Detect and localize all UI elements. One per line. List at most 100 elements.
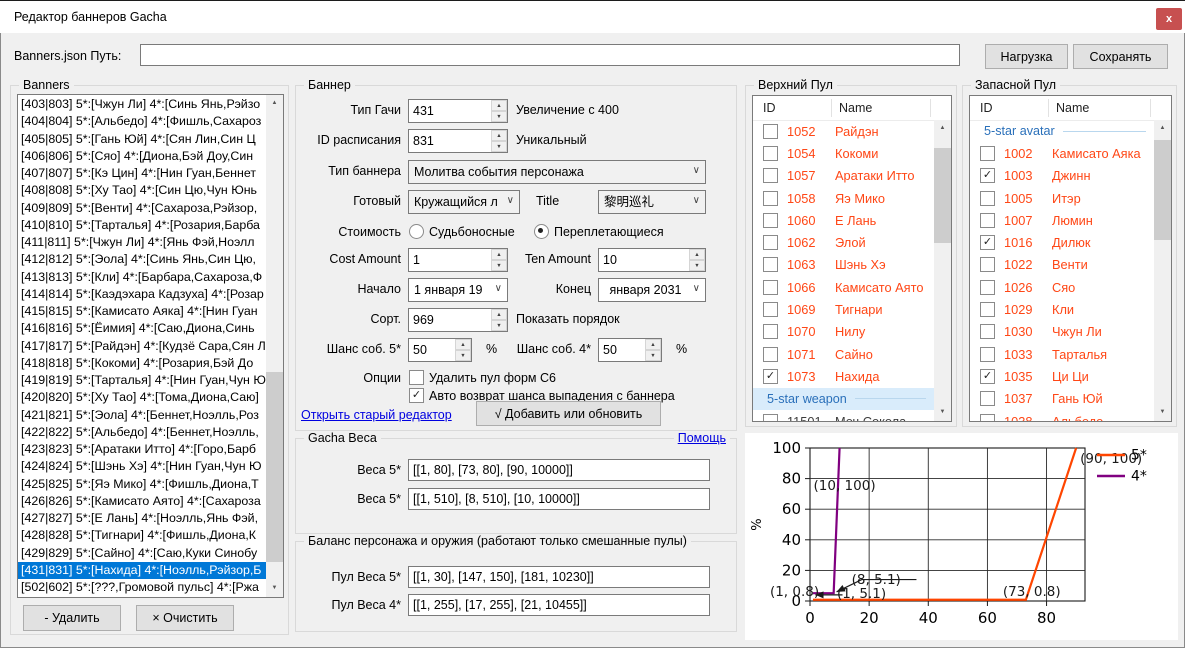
banner-list-item[interactable]: [408|808] 5*:[Ху Тао] 4*:[Син Цю,Чун Юнь (18, 182, 266, 199)
pool-row-checkbox[interactable] (980, 191, 995, 206)
radio-intertwined-label[interactable]: Переплетающиеся (554, 225, 664, 239)
pool-row-checkbox[interactable] (980, 280, 995, 295)
pool-row[interactable]: 1030Чжун Ли (970, 321, 1154, 343)
delete-banner-button[interactable]: - Удалить (23, 605, 121, 631)
close-button[interactable]: x (1156, 8, 1182, 30)
sort-input[interactable] (409, 309, 491, 331)
save-button[interactable]: Сохранять (1073, 44, 1168, 69)
pool-row-checkbox[interactable] (763, 124, 778, 139)
banner-list-item[interactable]: [428|828] 5*:[Тигнари] 4*:[Фишль,Диона,К (18, 527, 266, 544)
pool-row[interactable]: ✓1073Нахида (753, 365, 934, 387)
title-dropdown[interactable]: 黎明巡礼 ∨ (598, 190, 706, 214)
pool-row[interactable]: 1058Яэ Мико (753, 187, 934, 209)
pool-row[interactable]: 1066Камисато Аято (753, 276, 934, 298)
banner-list-item[interactable]: [403|803] 5*:[Чжун Ли] 4*:[Синь Янь,Рэйз… (18, 96, 266, 113)
scrollbar-thumb[interactable] (1154, 140, 1171, 240)
pool-row-checkbox[interactable] (980, 213, 995, 228)
banner-list-item[interactable]: [409|809] 5*:[Венти] 4*:[Сахароза,Рэйзор… (18, 200, 266, 217)
pool-row-checkbox[interactable] (980, 347, 995, 362)
up-arrow-icon[interactable]: ▲ (491, 309, 507, 320)
pool-row[interactable]: 1037Гань Юй (970, 388, 1154, 410)
pool-row[interactable]: 1038Альбедо (970, 410, 1154, 421)
down-arrow-icon[interactable]: ▼ (689, 260, 705, 271)
scrollbar-thumb[interactable] (934, 148, 951, 243)
banner-list-item[interactable]: [411|811] 5*:[Чжун Ли] 4*:[Янь Фэй,Ноэлл (18, 234, 266, 251)
banner-list-item[interactable]: [413|813] 5*:[Кли] 4*:[Барбара,Сахароза,… (18, 269, 266, 286)
pool-row[interactable]: 1033Тарталья (970, 343, 1154, 365)
banner-type-dropdown[interactable]: Молитва события персонажа ∨ (408, 160, 706, 184)
pool-row[interactable]: 1022Венти (970, 254, 1154, 276)
pool-row-checkbox[interactable]: ✓ (980, 369, 995, 384)
banner-list-item[interactable]: [418|818] 5*:[Кокоми] 4*:[Розария,Бэй До (18, 355, 266, 372)
banner-list-item[interactable]: [405|805] 5*:[Гань Юй] 4*:[Сян Лин,Син Ц (18, 131, 266, 148)
upper-pool-scrollbar[interactable]: ▲ ▼ (934, 120, 951, 421)
up-arrow-icon[interactable]: ▲ (491, 130, 507, 141)
pool-row-checkbox[interactable] (763, 302, 778, 317)
up-arrow-icon[interactable]: ▲ (689, 249, 705, 260)
banner-list-item[interactable]: [404|804] 5*:[Альбедо] 4*:[Фишль,Сахароз (18, 113, 266, 130)
cost-amount-input[interactable] (409, 249, 491, 271)
scroll-up-arrow-icon[interactable]: ▲ (266, 95, 283, 112)
banner-list-item[interactable]: [431|831] 5*:[Нахида] 4*:[Ноэлль,Рэйзор,… (18, 562, 266, 579)
pool-row-checkbox[interactable] (980, 302, 995, 317)
banner-list-item[interactable]: [429|829] 5*:[Сайно] 4*:[Саю,Куки Синобу (18, 545, 266, 562)
help-link[interactable]: Помощь (674, 431, 730, 445)
pool-row[interactable]: 1005Итэр (970, 187, 1154, 209)
pool-row-checkbox[interactable] (763, 235, 778, 250)
scroll-down-arrow-icon[interactable]: ▼ (266, 580, 283, 597)
down-arrow-icon[interactable]: ▼ (645, 350, 661, 361)
option-auto-return-checkbox[interactable]: ✓ (409, 388, 424, 403)
scrollbar-thumb[interactable] (266, 372, 283, 562)
pool-row-checkbox[interactable]: ✓ (763, 369, 778, 384)
banner-list-item[interactable]: [421|821] 5*:[Эола] 4*:[Беннет,Ноэлль,Ро… (18, 407, 266, 424)
banner-list-item[interactable]: [426|826] 5*:[Камисато Аято] 4*:[Сахароз… (18, 493, 266, 510)
banner-list-item[interactable]: [425|825] 5*:[Яэ Мико] 4*:[Фишль,Диона,Т (18, 476, 266, 493)
pool-row[interactable]: 1060Е Лань (753, 209, 934, 231)
pool-row[interactable]: ✓1016Дилюк (970, 231, 1154, 253)
banner-list-item[interactable]: [417|817] 5*:[Райдэн] 4*:[Кудзё Сара,Сян… (18, 338, 266, 355)
banner-list-item[interactable]: [423|823] 5*:[Аратаки Итто] 4*:[Горо,Бар… (18, 441, 266, 458)
pool-row[interactable]: 1002Камисато Аяка (970, 142, 1154, 164)
chance5-input[interactable] (409, 339, 455, 361)
pool-row[interactable]: 1007Люмин (970, 209, 1154, 231)
banner-list-item[interactable]: [414|814] 5*:[Каэдэхара Кадзуха] 4*:[Роз… (18, 286, 266, 303)
banners-scrollbar[interactable]: ▲ ▼ (266, 95, 283, 597)
pool-row-checkbox[interactable] (763, 146, 778, 161)
scroll-down-arrow-icon[interactable]: ▼ (1154, 404, 1171, 421)
prefab-dropdown[interactable]: Кружащийся л ∨ (408, 190, 520, 214)
pool-row-checkbox[interactable] (763, 324, 778, 339)
banner-list-item[interactable]: [419|819] 5*:[Тарталья] 4*:[Нин Гуан,Чун… (18, 372, 266, 389)
pool-row-checkbox[interactable] (763, 280, 778, 295)
banner-list-item[interactable]: [502|602] 5*:[???,Громовой пульс] 4*:[Рж… (18, 579, 266, 596)
pool-weights5-input[interactable] (408, 566, 710, 588)
down-arrow-icon[interactable]: ▼ (491, 141, 507, 152)
pool-row[interactable]: 1070Нилу (753, 321, 934, 343)
pool-row-checkbox[interactable] (763, 213, 778, 228)
pool-row-checkbox[interactable] (980, 391, 995, 406)
pool-row-checkbox[interactable] (763, 257, 778, 272)
down-arrow-icon[interactable]: ▼ (491, 320, 507, 331)
scroll-up-arrow-icon[interactable]: ▲ (934, 120, 951, 137)
pool-row[interactable]: ✓1035Ци Ци (970, 365, 1154, 387)
gacha-type-input[interactable] (409, 100, 491, 122)
down-arrow-icon[interactable]: ▼ (491, 111, 507, 122)
open-old-editor-link[interactable]: Открыть старый редактор (301, 408, 452, 422)
pool-row-checkbox[interactable] (980, 414, 995, 422)
pool-row[interactable]: 1062Элой (753, 231, 934, 253)
weights4-input[interactable] (408, 488, 710, 510)
banner-list-item[interactable]: [422|822] 5*:[Альбедо] 4*:[Беннет,Ноэлль… (18, 424, 266, 441)
pool-row[interactable]: 1054Кокоми (753, 142, 934, 164)
load-button[interactable]: Нагрузка (985, 44, 1068, 69)
banner-list-item[interactable]: [415|815] 5*:[Камисато Аяка] 4*:[Нин Гуа… (18, 303, 266, 320)
radio-fate[interactable] (409, 224, 424, 239)
pool-row-checkbox[interactable] (763, 191, 778, 206)
scroll-down-arrow-icon[interactable]: ▼ (934, 404, 951, 421)
scroll-up-arrow-icon[interactable]: ▲ (1154, 120, 1171, 137)
pool-row[interactable]: 1069Тигнари (753, 298, 934, 320)
add-or-update-button[interactable]: √ Добавить или обновить (476, 401, 661, 426)
pool-row-checkbox[interactable] (763, 414, 778, 422)
schedule-id-input[interactable] (409, 130, 491, 152)
radio-fate-label[interactable]: Судьбоносные (429, 225, 515, 239)
option-remove-pool-checkbox[interactable] (409, 370, 424, 385)
pool-weights4-input[interactable] (408, 594, 710, 616)
